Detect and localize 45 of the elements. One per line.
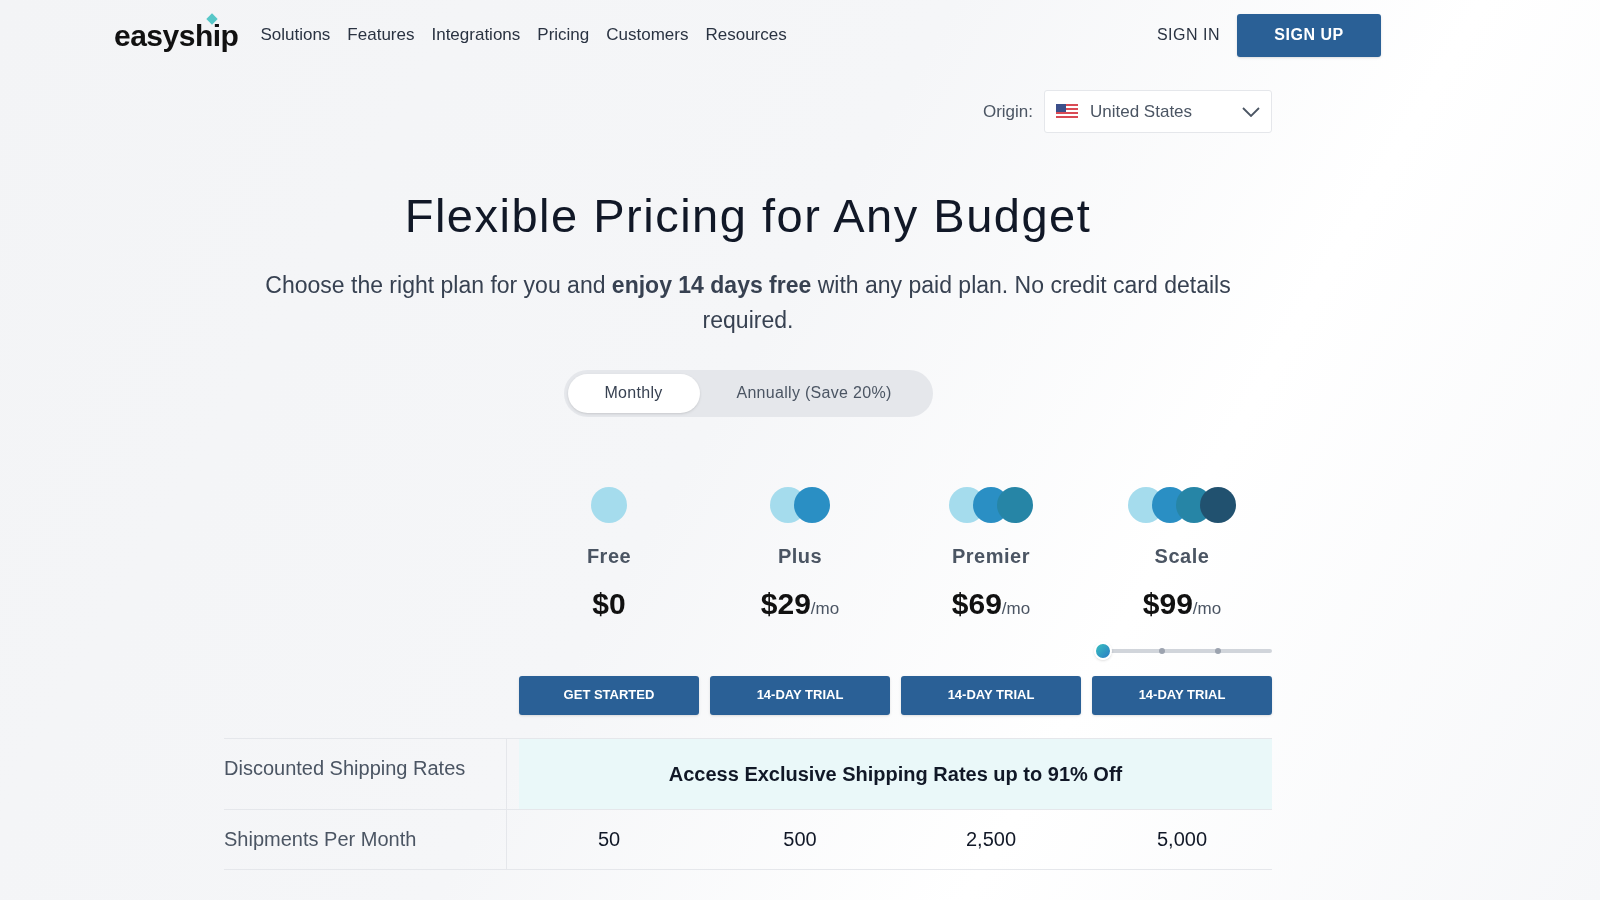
plan-price: $99 <box>1142 585 1193 622</box>
table-cell-text: 5,000 <box>1156 827 1208 852</box>
plan-button[interactable]: 14-DAY TRIAL <box>1092 675 1272 715</box>
plan-circles-icon <box>591 486 627 523</box>
nav-link[interactable]: Resources <box>705 22 787 48</box>
origin-dropdown[interactable]: United States <box>1044 90 1272 133</box>
logo[interactable]: easyship <box>114 12 239 58</box>
plan-button[interactable]: 14-DAY TRIAL <box>710 675 890 715</box>
plan-name: Plus <box>777 543 823 569</box>
chevron-down-icon <box>1242 106 1260 117</box>
nav-link[interactable]: Features <box>347 22 415 48</box>
plan-name: Scale <box>1154 543 1210 569</box>
price-period: /mo <box>810 598 840 620</box>
table-cell-text: 2,500 <box>965 827 1017 852</box>
plan-price: $69 <box>951 585 1002 622</box>
flag-icon <box>1056 104 1078 119</box>
plan-circles-icon <box>770 486 830 523</box>
price-period: /mo <box>1001 598 1031 620</box>
row-label: Discounted Shipping Rates <box>224 755 466 781</box>
plan-price: $29 <box>760 585 811 622</box>
plan-button[interactable]: 14-DAY TRIAL <box>901 675 1081 715</box>
plan-circles-icon <box>949 486 1033 523</box>
price-period: /mo <box>1192 598 1222 620</box>
subtitle: Choose the right plan for you and enjoy 14 days free with any paid plan. No credit card details required. <box>264 270 1232 335</box>
plan-name: Premier <box>952 543 1030 569</box>
slider-thumb[interactable] <box>1094 641 1112 660</box>
origin-label: Origin: <box>982 100 1033 123</box>
billing-tab[interactable]: Monthly <box>567 373 700 413</box>
table-cell-text: 50 <box>597 827 621 852</box>
nav-link[interactable]: Integrations <box>431 22 521 48</box>
table-cell-text: 500 <box>783 827 817 852</box>
origin-value: United States <box>1090 100 1194 123</box>
plan-price: $0 <box>592 585 626 622</box>
sign-in-link[interactable]: SIGN IN <box>1156 23 1220 47</box>
sign-up-button[interactable]: SIGN UP <box>1237 13 1381 57</box>
row-label: Shipments Per Month <box>224 826 418 852</box>
page-title: Flexible Pricing for Any Budget <box>404 188 1092 244</box>
nav-link[interactable]: Pricing <box>537 22 590 48</box>
plan-button[interactable]: GET STARTED <box>519 675 699 715</box>
nav-link[interactable]: Solutions <box>260 22 331 48</box>
plan-name: Free <box>586 543 632 569</box>
shipping-rates-banner: Access Exclusive Shipping Rates up to 91% Off <box>519 738 1272 809</box>
nav-link[interactable]: Customers <box>606 22 689 48</box>
billing-tab[interactable]: Annually (Save 20%) <box>699 373 929 413</box>
plan-circles-icon <box>1128 486 1236 523</box>
